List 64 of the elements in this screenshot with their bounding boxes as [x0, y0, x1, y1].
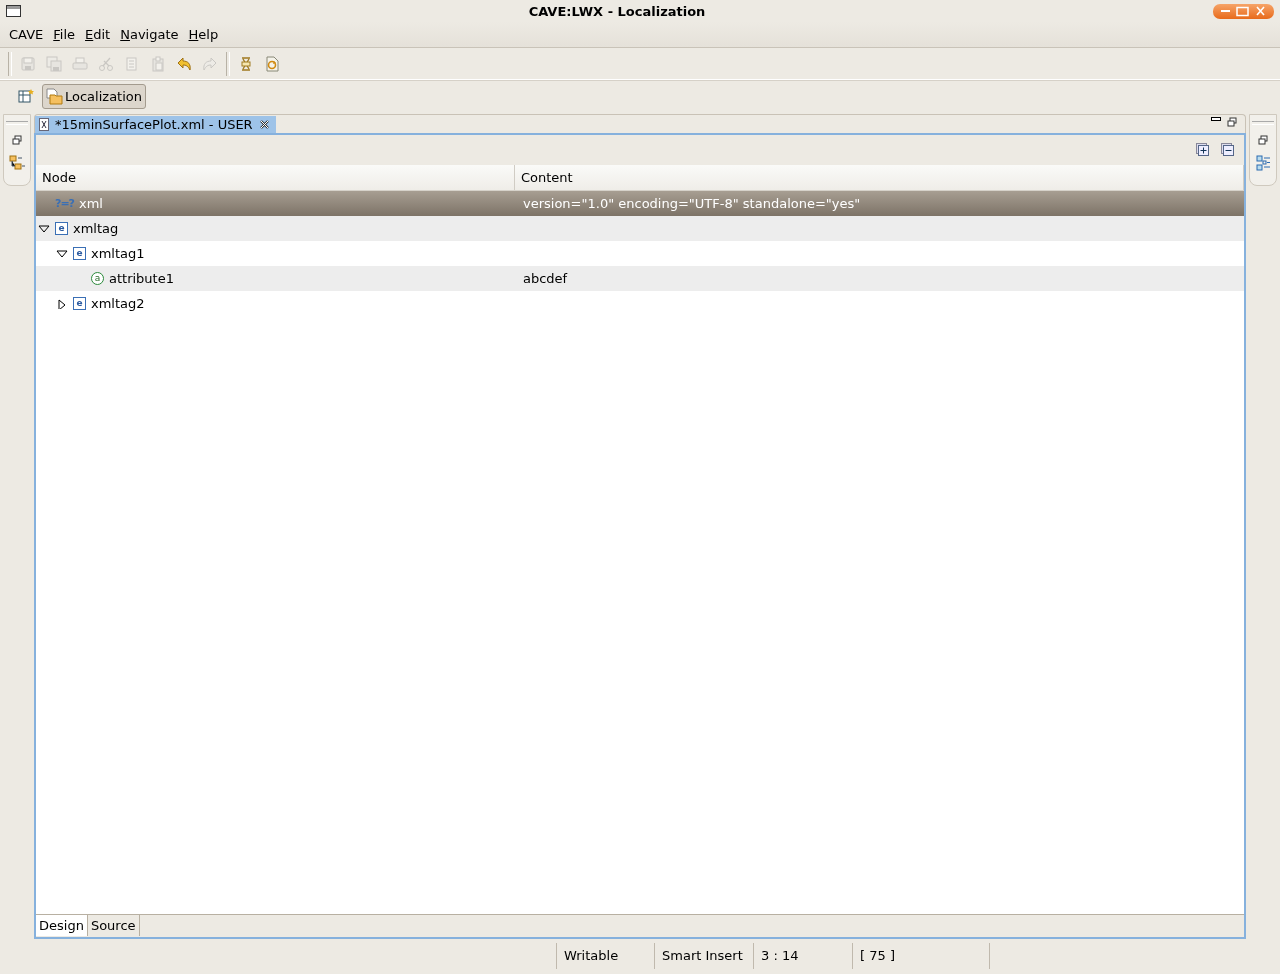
collapse-icon[interactable] [56, 248, 68, 259]
window-menu-icon [6, 5, 21, 17]
save-all-icon [46, 55, 62, 72]
element-icon: e [55, 222, 68, 235]
tree-row[interactable]: e xmltag1 [36, 241, 1244, 266]
outline-button[interactable] [1255, 155, 1271, 171]
processing-instruction-icon: ?=? [55, 197, 74, 210]
menu-item[interactable]: Edit [80, 27, 116, 42]
editor-page-tab[interactable]: Design [36, 915, 88, 936]
redo-icon [202, 55, 218, 72]
close-icon [258, 119, 270, 130]
close-icon [1255, 5, 1266, 17]
node-content: version="1.0" encoding="UTF-8" standalone="yes" [523, 196, 861, 211]
open-perspective-icon [18, 88, 34, 104]
cut-icon [98, 55, 114, 72]
node-name: attribute1 [109, 271, 174, 286]
status-field: Smart Insert [654, 943, 753, 969]
node-content: abcdef [523, 271, 568, 286]
undo-icon [176, 55, 192, 72]
restore-icon [12, 135, 22, 145]
editor-tab[interactable]: *15minSurfacePlot.xml - USER [35, 116, 276, 133]
node-name: xml [79, 196, 103, 211]
editor-page-tab[interactable]: Source [87, 915, 140, 936]
folder-icon [46, 87, 63, 105]
collapse-icon[interactable] [38, 223, 50, 234]
attribute-icon: a [91, 272, 104, 285]
maximize-icon [1236, 5, 1249, 17]
node-name: xmltag2 [91, 296, 145, 311]
outline-icon [1255, 155, 1271, 171]
copy-icon [124, 55, 140, 72]
restore-button[interactable] [1258, 135, 1268, 145]
print-icon [72, 55, 88, 72]
menu-item[interactable]: CAVE [4, 27, 49, 42]
expand-icon[interactable] [56, 298, 68, 309]
hierarchy-button[interactable] [9, 155, 25, 170]
menu-item[interactable]: Help [183, 27, 224, 42]
collapse-all-icon [1221, 143, 1234, 156]
menu-item[interactable]: File [48, 27, 81, 42]
status-field: [ 75 ] [852, 943, 990, 969]
close-tab-button[interactable] [258, 119, 270, 130]
node-name: xmltag1 [91, 246, 145, 261]
tree-row[interactable]: a attribute1 abcdef [36, 266, 1244, 291]
minimize-icon [1211, 117, 1221, 121]
window-title: CAVE:LWX - Localization [527, 3, 707, 19]
element-icon: e [73, 247, 86, 260]
expand-all-icon [1196, 143, 1209, 156]
tree-row[interactable]: ?=? xml version="1.0" encoding="UTF-8" standalone="yes" [36, 191, 1244, 216]
perspective-button[interactable]: Localization [42, 83, 146, 109]
tree-row[interactable]: e xmltag [36, 216, 1244, 241]
node-name: xmltag [73, 221, 119, 236]
column-header[interactable]: Content [515, 165, 1244, 190]
save-icon [20, 55, 36, 72]
tree-row[interactable]: e xmltag2 [36, 291, 1244, 316]
hierarchy-icon [9, 155, 25, 170]
status-field: Writable [556, 943, 654, 969]
paste-icon [150, 55, 166, 72]
status-field: 3 : 14 [753, 943, 852, 969]
element-icon: e [73, 297, 86, 310]
minimize-icon [1221, 10, 1230, 12]
restore-button[interactable] [12, 135, 22, 145]
xml-file-icon [39, 118, 49, 131]
restore-icon [1258, 135, 1268, 145]
column-header[interactable]: Node [36, 165, 515, 190]
menu-item[interactable]: Navigate [115, 27, 184, 42]
